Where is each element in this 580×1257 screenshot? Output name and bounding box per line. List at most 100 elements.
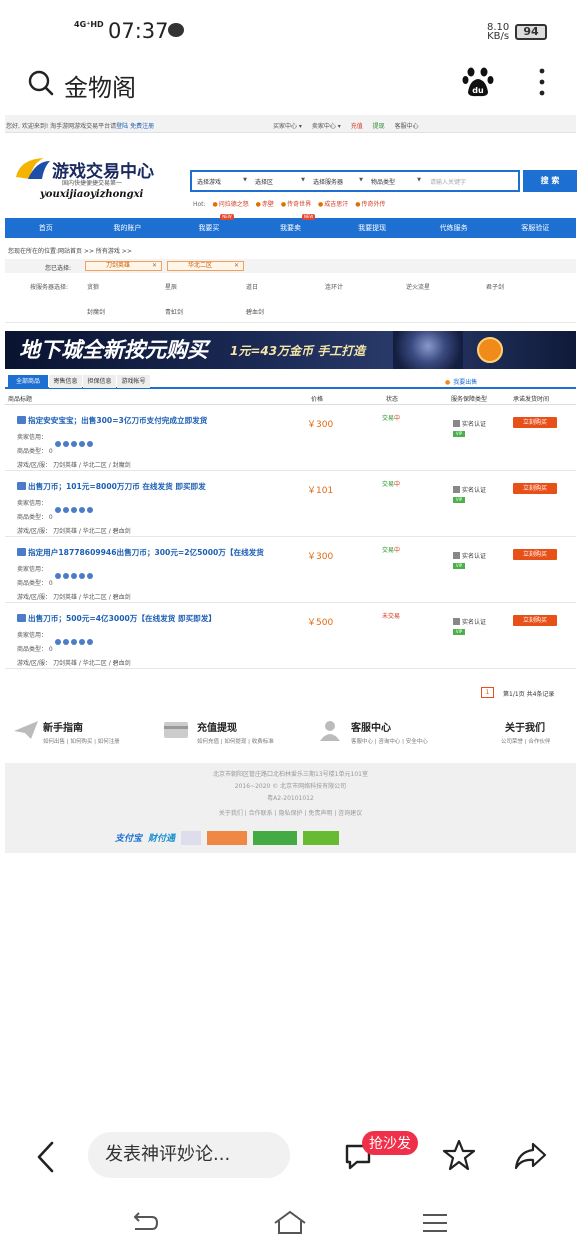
listing-row: 指定用户18778609946出售刀币；300元=2亿5000万【在线发货 卖家… [5,537,576,603]
nav-verify[interactable]: 客服验证 [494,218,576,238]
remove-icon[interactable]: ✕ [234,262,239,270]
server-option[interactable]: 道日 [246,282,258,291]
hot-games: Hot: 问拉德之怒 赤壁 传奇世界 成吉思汗 传奇外传 [193,199,386,208]
welcome-text: 您好, 欢迎来到! 淘手游网游戏交易平台请登陆 免费注册 [6,123,155,130]
hot-item[interactable]: 成吉思汗 [318,201,348,208]
listing-title[interactable]: 指定安安宝宝；出售300=3亿刀币支付完成立即发货 [17,415,207,426]
server-option[interactable]: 逆火流星 [406,282,430,291]
server-option[interactable]: 星辰 [165,282,177,291]
credit-rating [55,630,95,649]
system-nav-bar [0,1198,580,1257]
tab-all[interactable]: 全部商品 [8,375,48,388]
listing-row: 出售刀币；101元=8000万刀币 在线发货 即买即发 卖家信用： 商品类型： … [5,471,576,537]
nav-home[interactable]: 首页 [5,218,87,238]
baidu-paw-icon[interactable]: du [462,66,494,98]
security-badge-icon [206,831,247,845]
tab-consign[interactable]: 寄售信息 [49,375,82,388]
nav-boosting[interactable]: 代练服务 [413,218,495,238]
seller-center-link[interactable]: 卖家中心 ▾ [312,123,341,130]
back-arrow-icon[interactable] [34,1140,58,1174]
hot-item[interactable]: 传奇世界 [281,201,311,208]
region-select[interactable]: 选择区 [250,177,308,186]
keyword-input[interactable]: 请输入关键字 [424,177,466,186]
buy-now-button[interactable]: 立刻购买 [513,549,557,560]
server-option[interactable]: 连环计 [325,282,343,291]
buy-now-button[interactable]: 立刻购买 [513,417,557,428]
server-filter: 按服务器选择: 贪狼 星辰 道日 连环计 逆火流星 君子剑 封魔剑 青虹剑 碧血… [5,273,576,323]
first-comment-badge[interactable]: 抢沙发 [362,1131,418,1155]
listing-status: 交易中 [382,415,401,422]
server-option[interactable]: 君子剑 [486,282,504,291]
buyer-center-link[interactable]: 买家中心 ▾ [273,123,302,130]
listing-title[interactable]: 指定用户18778609946出售刀币；300元=2亿5000万【在线发货 [17,547,264,558]
help-guides: 新手指南 如何出售 | 如何购买 | 如何注册 充值提现 如何充值 | 如何提现… [5,719,576,763]
footer-links[interactable]: 关于我们 | 合作联系 | 隐私保护 | 免责声明 | 咨询建议 [5,808,576,817]
server-option[interactable]: 封魔剑 [87,307,105,316]
server-option[interactable]: 碧血剑 [246,307,264,316]
more-menu-icon[interactable] [534,66,550,98]
sell-link[interactable]: 我要出售 [445,377,477,386]
filter-tag[interactable]: 刀剑英雄 ✕ [85,261,162,271]
recharge-link[interactable]: 充值 [351,123,363,130]
search-icon[interactable] [28,70,54,96]
login-link[interactable]: 登陆 [116,123,128,130]
pagination: 1 第1/1页 共4条记录 [5,681,576,711]
nav-withdraw[interactable]: 我要提现 [331,218,413,238]
withdraw-link[interactable]: 提现 [373,123,385,130]
buy-now-button[interactable]: 立刻购买 [513,483,557,494]
nav-my-account[interactable]: 我的账户 [87,218,169,238]
server-select[interactable]: 选择服务器 [308,177,366,186]
vip-badge: VIP [453,431,465,437]
trust-badges: 支付宝 财付通 [115,831,343,847]
share-icon[interactable] [513,1140,547,1172]
listing-status: 未交易 [382,613,401,620]
comment-bar: 发表神评妙论... 抢沙发 [0,1118,580,1198]
listing-price: ￥500 [307,618,334,628]
tab-guarantee[interactable]: 担保信息 [83,375,116,388]
vip-badge: VIP [453,629,465,635]
nav-sell[interactable]: 我要卖 NEW [250,214,332,238]
footer-address: 北京市朝阳区管庄路口北柏林爱乐三期13号楼1单元101室 [213,771,368,778]
banner-subtitle: 1元=43万金币 手工打造 [230,344,366,358]
game-select[interactable]: 选择游戏 [192,177,250,186]
favorite-star-icon[interactable] [442,1138,476,1172]
page-number[interactable]: 1 [481,687,494,698]
remove-icon[interactable]: ✕ [152,262,157,270]
guide-newbie: 新手指南 如何出售 | 如何购买 | 如何注册 [13,719,120,745]
server-option[interactable]: 贪狼 [87,282,99,291]
register-link[interactable]: 免费注册 [130,123,154,130]
listing-status: 交易中 [382,481,401,488]
buy-now-button[interactable]: 立刻购买 [513,615,557,626]
guide-service: 客服中心 客服中心 | 咨询中心 | 安全中心 [317,719,428,745]
listing-title[interactable]: 出售刀币；101元=8000万刀币 在线发货 即买即发 [17,481,206,492]
verified-badge-icon [252,831,297,845]
listing-price: ￥300 [307,552,334,562]
home-nav-icon[interactable] [272,1208,308,1238]
recent-apps-icon[interactable] [420,1208,450,1238]
site-logo[interactable]: 游戏交易中心 国内快捷便捷交易第一 youxijiaoyizhongxi [10,155,160,203]
service-center-link[interactable]: 客服中心 [395,123,419,130]
tenpay-logo: 财付通 [147,834,175,844]
credit-rating [55,564,95,583]
search-button[interactable]: 搜 索 [523,170,577,192]
service-type: 实名认证 VIP [453,419,486,437]
server-option[interactable]: 青虹剑 [165,307,183,316]
hot-item[interactable]: 问拉德之怒 [212,201,248,208]
hot-item[interactable]: 传奇外传 [355,201,385,208]
web-page: 您好, 欢迎来到! 淘手游网游戏交易平台请登陆 免费注册 买家中心 ▾ 卖家中心… [5,115,577,853]
service-type: 实名认证 VIP [453,617,486,635]
comment-input[interactable]: 发表神评妙论... [88,1132,290,1178]
clock: 07:37 [108,19,169,43]
hot-item[interactable]: 赤壁 [256,201,274,208]
filter-tag[interactable]: 华北二区 ✕ [167,261,244,271]
message-icon [168,23,184,37]
promo-banner[interactable]: 地下城全新按元购买 1元=43万金币 手工打造 [5,331,576,369]
item-type-select[interactable]: 物品类型 [366,177,424,186]
card-icon [164,722,188,738]
listing-title[interactable]: 出售刀币；500元=4亿3000万【在线发货 即买即发】 [17,613,216,624]
nav-buy[interactable]: 我要买 NEW [168,214,250,238]
tab-accounts[interactable]: 游戏帐号 [117,375,150,388]
alipay-logo: 支付宝 [115,834,143,844]
guide-about: 关于我们 公司荣誉 | 合作伙伴 [501,723,551,745]
back-nav-icon[interactable] [130,1208,160,1238]
